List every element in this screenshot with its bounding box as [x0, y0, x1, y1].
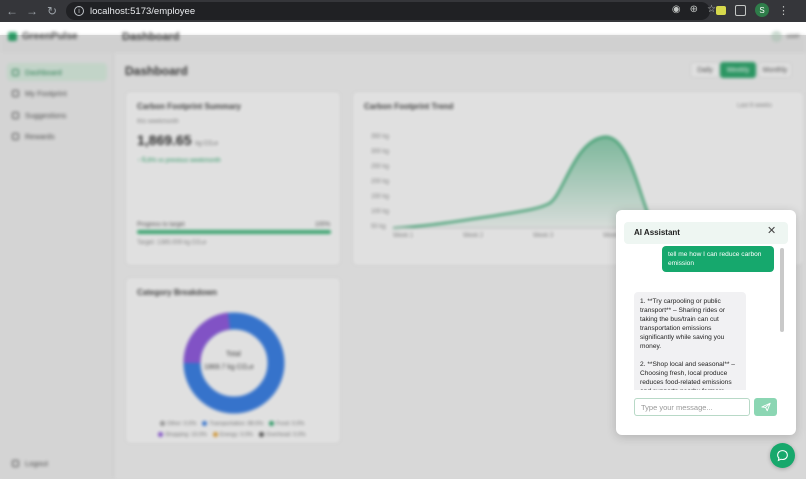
chat-toggle-button[interactable] — [770, 443, 795, 468]
chat-messages[interactable]: tell me how I can reduce carbon emission… — [616, 244, 796, 390]
extension-icon[interactable] — [716, 5, 726, 15]
browser-toolbar: ← → ↻ i localhost:5173/employee ◉ ⊕ ☆ S … — [0, 0, 806, 22]
send-button[interactable] — [754, 398, 777, 416]
url-text: localhost:5173/employee — [90, 5, 196, 17]
password-key-icon[interactable]: ◉ — [672, 4, 681, 15]
assistant-message: 1. **Try carpooling or public transport*… — [634, 292, 746, 390]
extensions-puzzle-icon[interactable] — [735, 4, 746, 16]
user-message: tell me how I can reduce carbon emission — [662, 246, 774, 272]
ai-assistant-panel: AI Assistant ✕ tell me how I can reduce … — [616, 210, 796, 435]
scrollbar-thumb[interactable] — [780, 248, 784, 332]
send-icon — [760, 402, 771, 412]
page-top-strip-right — [544, 22, 806, 35]
browser-menu-icon[interactable]: ⋮ — [778, 4, 789, 17]
chat-title: AI Assistant — [634, 228, 680, 237]
bookmark-star-icon[interactable]: ☆ — [707, 4, 716, 15]
back-icon[interactable]: ← — [2, 0, 22, 22]
chat-bubble-icon — [777, 450, 788, 462]
profile-avatar[interactable]: S — [755, 3, 769, 17]
forward-icon[interactable]: → — [22, 0, 42, 22]
chat-scrollbar[interactable] — [780, 248, 786, 384]
reload-icon[interactable]: ↻ — [42, 0, 62, 22]
chat-message-input[interactable] — [634, 398, 750, 416]
site-info-icon[interactable]: i — [74, 6, 84, 16]
address-bar[interactable]: i localhost:5173/employee — [66, 2, 710, 20]
close-icon[interactable]: ✕ — [767, 226, 776, 237]
zoom-icon[interactable]: ⊕ — [690, 4, 698, 15]
